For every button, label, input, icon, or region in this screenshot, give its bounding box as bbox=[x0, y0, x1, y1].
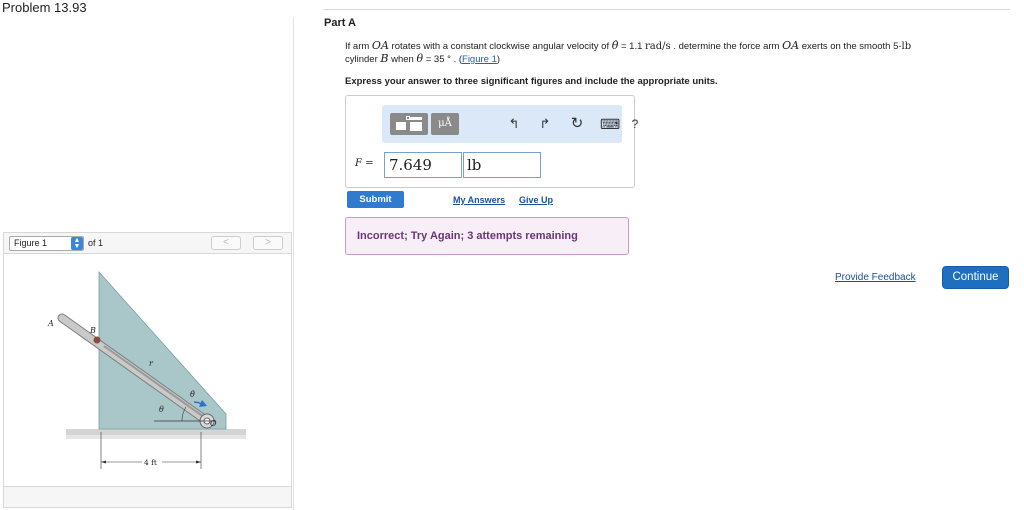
my-answers-link[interactable]: My Answers bbox=[453, 195, 505, 205]
label-o: O bbox=[210, 419, 217, 428]
dim-arrow-left bbox=[101, 460, 106, 464]
answer-box: μÅ ↰ ↱ ↻ ⌨ ? F = 7.649 lb bbox=[345, 95, 638, 188]
dimension-label: 4 ft bbox=[144, 458, 157, 467]
answer-toolbar: μÅ ↰ ↱ ↻ ⌨ ? bbox=[382, 105, 638, 143]
question-segment: ) bbox=[496, 54, 501, 65]
question-segment: rotates with a constant clockwise angula… bbox=[388, 41, 612, 52]
figure-count-label: of 1 bbox=[88, 238, 104, 248]
feedback-message-box: Incorrect; Try Again; 3 attempts remaini… bbox=[345, 217, 629, 255]
ground-hatch bbox=[66, 435, 246, 439]
part-title: Part A bbox=[324, 17, 356, 29]
label-b: B bbox=[89, 326, 96, 335]
ground bbox=[66, 429, 246, 435]
undo-icon[interactable]: ↰ bbox=[505, 115, 523, 133]
question-segment: exerts on the smooth 5- bbox=[799, 41, 902, 52]
label-theta: θ bbox=[159, 405, 164, 414]
question-segment: = 1.1 bbox=[618, 41, 646, 52]
cylinder-b bbox=[93, 336, 101, 344]
select-spinner-icon[interactable]: ▲ ▼ bbox=[71, 237, 83, 250]
label-a: A bbox=[47, 319, 54, 328]
template-icon-small bbox=[406, 116, 410, 120]
give-up-link[interactable]: Give Up bbox=[519, 195, 553, 205]
help-icon[interactable]: ? bbox=[626, 115, 644, 133]
next-figure-button[interactable]: > bbox=[253, 236, 283, 250]
figure-navigation-bar: Figure 1 ▲ ▼ of 1 < > bbox=[3, 232, 292, 254]
submit-button[interactable]: Submit bbox=[347, 191, 404, 208]
part-divider bbox=[324, 9, 1010, 10]
dim-arrow-right bbox=[196, 460, 201, 464]
figure-select[interactable]: Figure 1 ▲ ▼ bbox=[9, 236, 84, 251]
continue-button[interactable]: Continue bbox=[942, 266, 1009, 289]
reset-icon[interactable]: ↻ bbox=[568, 115, 586, 133]
answer-label: F = bbox=[355, 158, 374, 169]
units-button[interactable]: μÅ bbox=[431, 113, 459, 135]
question-segment: . determine the force arm bbox=[670, 41, 783, 52]
math-rate-unit: rad/s bbox=[645, 41, 671, 52]
figure-select-value: Figure 1 bbox=[14, 238, 48, 248]
answer-equals: = bbox=[361, 158, 374, 169]
feedback-message: Incorrect; Try Again; 3 attempts remaini… bbox=[357, 230, 578, 242]
question-segment: cylinder bbox=[345, 54, 381, 65]
question-segment: when bbox=[388, 54, 417, 65]
mechanism-figure: A B r θ θ̇ O 4 ft bbox=[47, 270, 246, 469]
label-theta-dot: θ̇ bbox=[190, 390, 195, 399]
previous-figure-button[interactable]: < bbox=[211, 236, 241, 250]
templates-button[interactable] bbox=[390, 113, 428, 135]
redo-icon[interactable]: ↱ bbox=[536, 115, 554, 133]
math-oa: OA bbox=[782, 39, 800, 52]
question-text: If arm OA rotates with a constant clockw… bbox=[345, 40, 1005, 66]
figure-canvas: A B r θ θ̇ O 4 ft bbox=[3, 254, 292, 486]
math-lb-unit: lb bbox=[901, 41, 912, 52]
instruction-text: Express your answer to three significant… bbox=[345, 76, 718, 87]
figure-footer-bar bbox=[3, 486, 292, 508]
template-icon-bar bbox=[410, 117, 422, 120]
keyboard-icon[interactable]: ⌨ bbox=[600, 115, 620, 133]
answer-unit-input[interactable]: lb bbox=[463, 152, 541, 178]
question-segment: If arm bbox=[345, 41, 372, 52]
question-segment: = 35 ° . ( bbox=[423, 54, 463, 65]
problem-title: Problem 13.93 bbox=[2, 0, 87, 15]
template-icon-block bbox=[396, 122, 406, 130]
figure-link[interactable]: Figure 1 bbox=[462, 54, 497, 65]
template-icon-block bbox=[410, 122, 422, 131]
math-oa: OA bbox=[371, 39, 389, 52]
answer-variable: F bbox=[355, 158, 362, 169]
answer-value-input[interactable]: 7.649 bbox=[384, 152, 462, 178]
provide-feedback-link[interactable]: Provide Feedback bbox=[835, 272, 916, 283]
